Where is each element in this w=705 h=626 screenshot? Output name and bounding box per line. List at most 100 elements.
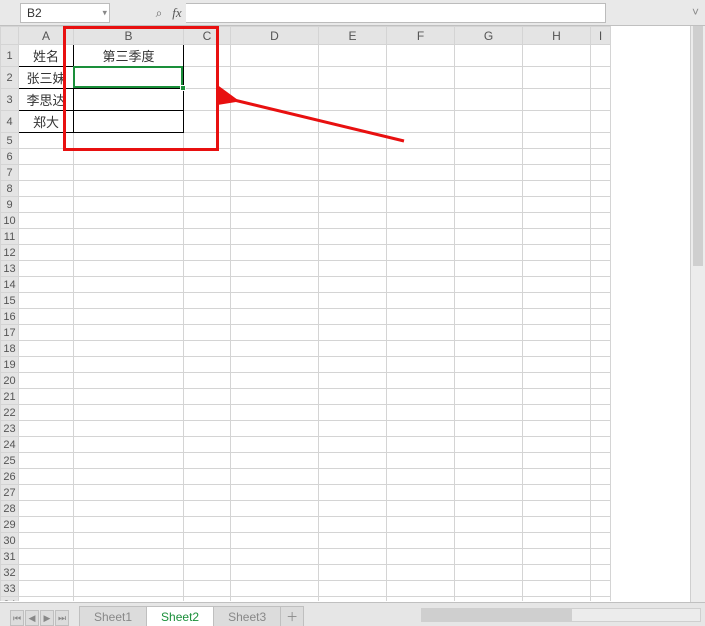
cell-B28[interactable] — [74, 501, 184, 517]
cell-C15[interactable] — [184, 293, 231, 309]
cell-H32[interactable] — [523, 565, 591, 581]
cell-B2[interactable] — [74, 67, 184, 89]
cell-H24[interactable] — [523, 437, 591, 453]
cell-C25[interactable] — [184, 453, 231, 469]
row-header-20[interactable]: 20 — [1, 373, 19, 389]
cell-E3[interactable] — [319, 89, 387, 111]
cell-E27[interactable] — [319, 485, 387, 501]
cell-G30[interactable] — [455, 533, 523, 549]
cell-B3[interactable] — [74, 89, 184, 111]
cell-I11[interactable] — [591, 229, 611, 245]
cell-F8[interactable] — [387, 181, 455, 197]
cell-A11[interactable] — [19, 229, 74, 245]
cell-A34[interactable] — [19, 597, 74, 602]
cell-I22[interactable] — [591, 405, 611, 421]
cell-F33[interactable] — [387, 581, 455, 597]
cell-F29[interactable] — [387, 517, 455, 533]
col-header-B[interactable]: B — [74, 27, 184, 45]
cell-I5[interactable] — [591, 133, 611, 149]
cell-E25[interactable] — [319, 453, 387, 469]
cell-I25[interactable] — [591, 453, 611, 469]
cell-E33[interactable] — [319, 581, 387, 597]
cell-B14[interactable] — [74, 277, 184, 293]
cell-G1[interactable] — [455, 45, 523, 67]
cell-A16[interactable] — [19, 309, 74, 325]
cell-E19[interactable] — [319, 357, 387, 373]
row-header-3[interactable]: 3 — [1, 89, 19, 111]
cell-C18[interactable] — [184, 341, 231, 357]
cell-H17[interactable] — [523, 325, 591, 341]
cell-E15[interactable] — [319, 293, 387, 309]
cell-A9[interactable] — [19, 197, 74, 213]
cell-B10[interactable] — [74, 213, 184, 229]
cell-E4[interactable] — [319, 111, 387, 133]
cell-I1[interactable] — [591, 45, 611, 67]
cell-F1[interactable] — [387, 45, 455, 67]
cell-F12[interactable] — [387, 245, 455, 261]
cell-C32[interactable] — [184, 565, 231, 581]
row-header-4[interactable]: 4 — [1, 111, 19, 133]
cell-B22[interactable] — [74, 405, 184, 421]
cell-D32[interactable] — [231, 565, 319, 581]
cell-H29[interactable] — [523, 517, 591, 533]
cell-B23[interactable] — [74, 421, 184, 437]
cell-F34[interactable] — [387, 597, 455, 602]
cell-B6[interactable] — [74, 149, 184, 165]
cell-F4[interactable] — [387, 111, 455, 133]
cell-G16[interactable] — [455, 309, 523, 325]
cell-F7[interactable] — [387, 165, 455, 181]
cell-H18[interactable] — [523, 341, 591, 357]
col-header-E[interactable]: E — [319, 27, 387, 45]
sheet-tab-1[interactable]: Sheet2 — [146, 606, 214, 626]
row-header-17[interactable]: 17 — [1, 325, 19, 341]
cell-G8[interactable] — [455, 181, 523, 197]
cell-I9[interactable] — [591, 197, 611, 213]
row-header-8[interactable]: 8 — [1, 181, 19, 197]
cell-F22[interactable] — [387, 405, 455, 421]
cell-G3[interactable] — [455, 89, 523, 111]
row-header-9[interactable]: 9 — [1, 197, 19, 213]
cell-G4[interactable] — [455, 111, 523, 133]
cell-H8[interactable] — [523, 181, 591, 197]
cell-E8[interactable] — [319, 181, 387, 197]
cell-A22[interactable] — [19, 405, 74, 421]
row-header-30[interactable]: 30 — [1, 533, 19, 549]
cell-I8[interactable] — [591, 181, 611, 197]
cell-B20[interactable] — [74, 373, 184, 389]
cell-D19[interactable] — [231, 357, 319, 373]
cell-I16[interactable] — [591, 309, 611, 325]
cell-C9[interactable] — [184, 197, 231, 213]
cell-C1[interactable] — [184, 45, 231, 67]
cell-C27[interactable] — [184, 485, 231, 501]
cell-B19[interactable] — [74, 357, 184, 373]
cell-I14[interactable] — [591, 277, 611, 293]
cell-G18[interactable] — [455, 341, 523, 357]
cell-C5[interactable] — [184, 133, 231, 149]
cell-D18[interactable] — [231, 341, 319, 357]
fill-handle[interactable] — [180, 85, 186, 91]
cell-H6[interactable] — [523, 149, 591, 165]
cell-D27[interactable] — [231, 485, 319, 501]
cell-G34[interactable] — [455, 597, 523, 602]
cell-F19[interactable] — [387, 357, 455, 373]
cell-B31[interactable] — [74, 549, 184, 565]
col-header-D[interactable]: D — [231, 27, 319, 45]
cell-E20[interactable] — [319, 373, 387, 389]
cell-I29[interactable] — [591, 517, 611, 533]
row-header-32[interactable]: 32 — [1, 565, 19, 581]
cell-H23[interactable] — [523, 421, 591, 437]
cell-H33[interactable] — [523, 581, 591, 597]
cell-D34[interactable] — [231, 597, 319, 602]
cell-B27[interactable] — [74, 485, 184, 501]
cell-C33[interactable] — [184, 581, 231, 597]
cell-H34[interactable] — [523, 597, 591, 602]
cell-I26[interactable] — [591, 469, 611, 485]
cell-G20[interactable] — [455, 373, 523, 389]
cell-B15[interactable] — [74, 293, 184, 309]
row-header-25[interactable]: 25 — [1, 453, 19, 469]
cell-D26[interactable] — [231, 469, 319, 485]
cell-G2[interactable] — [455, 67, 523, 89]
cell-F26[interactable] — [387, 469, 455, 485]
cell-E6[interactable] — [319, 149, 387, 165]
cell-C21[interactable] — [184, 389, 231, 405]
